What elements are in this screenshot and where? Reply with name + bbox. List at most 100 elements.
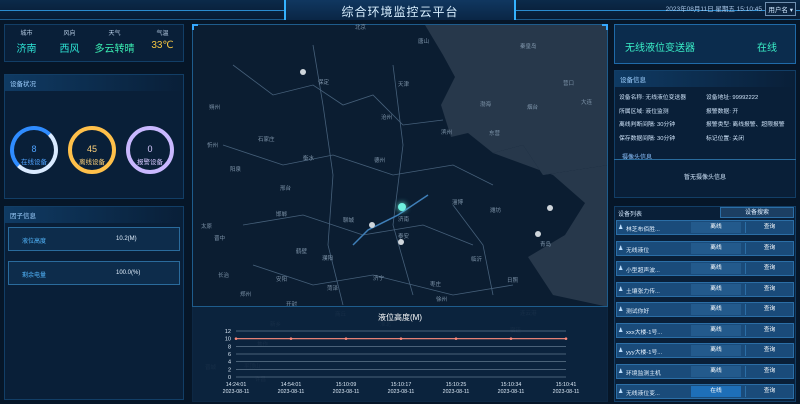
device-list-row[interactable]: ♟ 小型超声波... 离线 查询 [616, 261, 794, 276]
user-menu[interactable]: 用户名 ▾ [765, 2, 796, 16]
x-tick-label: 2023-08-11 [553, 389, 580, 395]
device-list-row[interactable]: ♟ 无线液位 离线 查询 [616, 240, 794, 256]
device-row-name: 环境监测主机 [626, 370, 661, 377]
device-row-status: 在线 [691, 386, 741, 397]
query-button[interactable]: 查询 [745, 386, 793, 397]
ring-label: 在线设备 [21, 159, 47, 166]
y-tick-label: 0 [228, 375, 231, 381]
y-tick-label: 8 [228, 344, 231, 350]
map-city-label: 大连 [581, 100, 593, 106]
device-row-name: xxx大楼-1号... [626, 329, 663, 336]
y-tick-label: 2 [228, 367, 231, 373]
device-info-title: 设备信息 [615, 71, 795, 87]
device-icon: ♟ [618, 389, 624, 395]
query-button[interactable]: 查询 [745, 242, 793, 254]
map-city-label: 太原 [201, 224, 213, 230]
data-point[interactable] [289, 337, 293, 340]
data-point[interactable] [454, 337, 458, 340]
ring-label: 离线设备 [79, 159, 105, 166]
weather-value: 33℃ [151, 40, 174, 51]
data-point[interactable] [509, 337, 513, 340]
map-city-label: 徐州 [436, 297, 448, 303]
factor-value: 10.2(M) [116, 236, 137, 242]
weather-value: 西风 [59, 44, 80, 55]
device-icon: ♟ [618, 245, 624, 252]
data-point[interactable] [399, 337, 403, 340]
device-row-status: 离线 [691, 222, 741, 233]
device-row-name: 林芝布佰胜... [626, 227, 660, 233]
device-list-row[interactable]: ♟ 林芝布佰胜... 离线 查询 [616, 220, 794, 235]
device-row-name: 无线液位变... [626, 391, 660, 397]
info-field: 报警类型: 离线报警、超限报警 [706, 122, 785, 128]
query-button[interactable]: 查询 [745, 283, 793, 295]
info-field: 设备名称: 无线液位变送器 [619, 95, 686, 101]
map-pin-icon[interactable] [535, 231, 541, 237]
y-tick-label: 4 [228, 360, 231, 366]
map-city-label: 石家庄 [258, 137, 275, 143]
info-field: 离线判断间隔: 30分钟 [619, 122, 676, 128]
map-city-label: 德州 [374, 158, 386, 164]
device-list-row[interactable]: ♟ 土壤张力传... 离线 查询 [616, 281, 794, 297]
map-pin-icon[interactable] [300, 69, 306, 75]
device-row-name: 无线液位 [626, 247, 650, 254]
device-icon: ♟ [618, 286, 624, 293]
map-pin-icon[interactable] [369, 222, 375, 228]
device-status-text: 在线 [757, 43, 777, 54]
map-pin-icon[interactable] [547, 205, 553, 211]
map-city-label: 枣庄 [430, 282, 442, 288]
level-chart-panel: 液位高度(M) 0 2 4 6 8 10 12 14:24:01 2023-08-11 14:54:… [192, 306, 608, 402]
page-title: 综合环境监控云平台 [341, 5, 459, 19]
corner-bracket [602, 24, 608, 30]
device-row-status: 离线 [691, 324, 741, 336]
weather-label: 气温 [156, 31, 169, 37]
map-city-label: 青岛 [540, 242, 552, 248]
map-city-label: 滨州 [441, 130, 453, 136]
map-city-label: 秦皇岛 [520, 44, 537, 50]
factor-name: 液位高度 [22, 239, 47, 245]
divider [614, 159, 796, 160]
tab-device-list[interactable]: 设备列表 [618, 209, 642, 218]
info-field: 所属区域: 液位监测 [619, 108, 669, 115]
query-button[interactable]: 查询 [745, 345, 793, 356]
query-button[interactable]: 查询 [745, 304, 793, 315]
device-icon: ♟ [618, 307, 624, 313]
map-city-label: 阳泉 [230, 167, 242, 173]
ring-count: 8 [31, 144, 37, 154]
device-icon: ♟ [618, 368, 624, 375]
map-city-label: 菏泽 [327, 286, 339, 292]
data-point[interactable] [234, 337, 238, 340]
query-button[interactable]: 查询 [745, 263, 793, 274]
query-button[interactable]: 查询 [745, 324, 793, 336]
device-list-row[interactable]: ♟ 测试你好 离线 查询 [616, 302, 794, 317]
device-list-row[interactable]: ♟ 环境监测主机 离线 查询 [616, 363, 794, 379]
x-tick-label: 14:54:01 [281, 382, 302, 388]
query-button[interactable]: 查询 [745, 365, 793, 377]
device-list-row[interactable]: ♟ yyy大楼-1号... 离线 查询 [616, 343, 794, 358]
header-line-left [0, 10, 284, 11]
datetime: 2023年08月11日 星期五 15:10:45 [665, 6, 762, 13]
map-city-label: 天津 [398, 82, 410, 88]
device-list-row[interactable]: ♟ 无线液位变... 在线 查询 [616, 384, 794, 399]
map-city-label: 东营 [489, 131, 501, 137]
info-field: 设备地址: 99992222 [706, 95, 759, 101]
map-city-label: 鹤壁 [296, 249, 308, 255]
info-field: 保存数据间隔: 30分钟 [619, 135, 676, 142]
tab-device-search[interactable]: 设备搜索 [720, 207, 794, 218]
device-list-row[interactable]: ♟ xxx大楼-1号... 离线 查询 [616, 322, 794, 338]
map-city-label: 营口 [563, 81, 575, 87]
device-status-title: 设备状况 [5, 75, 183, 91]
data-point[interactable] [344, 337, 348, 340]
map-city-label: 朔州 [209, 105, 221, 111]
map-pin-active-icon[interactable] [398, 203, 406, 211]
data-point[interactable] [564, 337, 568, 340]
weather-label: 风向 [63, 31, 76, 37]
level-chart: 液位高度(M)02468101214:24:012023-08-1114:54:… [223, 312, 580, 395]
query-button[interactable]: 查询 [745, 222, 793, 233]
weather-value: 多云转晴 [94, 44, 135, 55]
map-city-label: 保定 [318, 80, 330, 86]
map-pin-icon[interactable] [398, 239, 404, 245]
map-city-label: 潍坊 [490, 208, 502, 214]
device-row-name: yyy大楼-1号... [626, 350, 663, 356]
device-row-status: 离线 [691, 345, 741, 356]
camera-empty-text: 暂无摄像头信息 [683, 175, 726, 181]
